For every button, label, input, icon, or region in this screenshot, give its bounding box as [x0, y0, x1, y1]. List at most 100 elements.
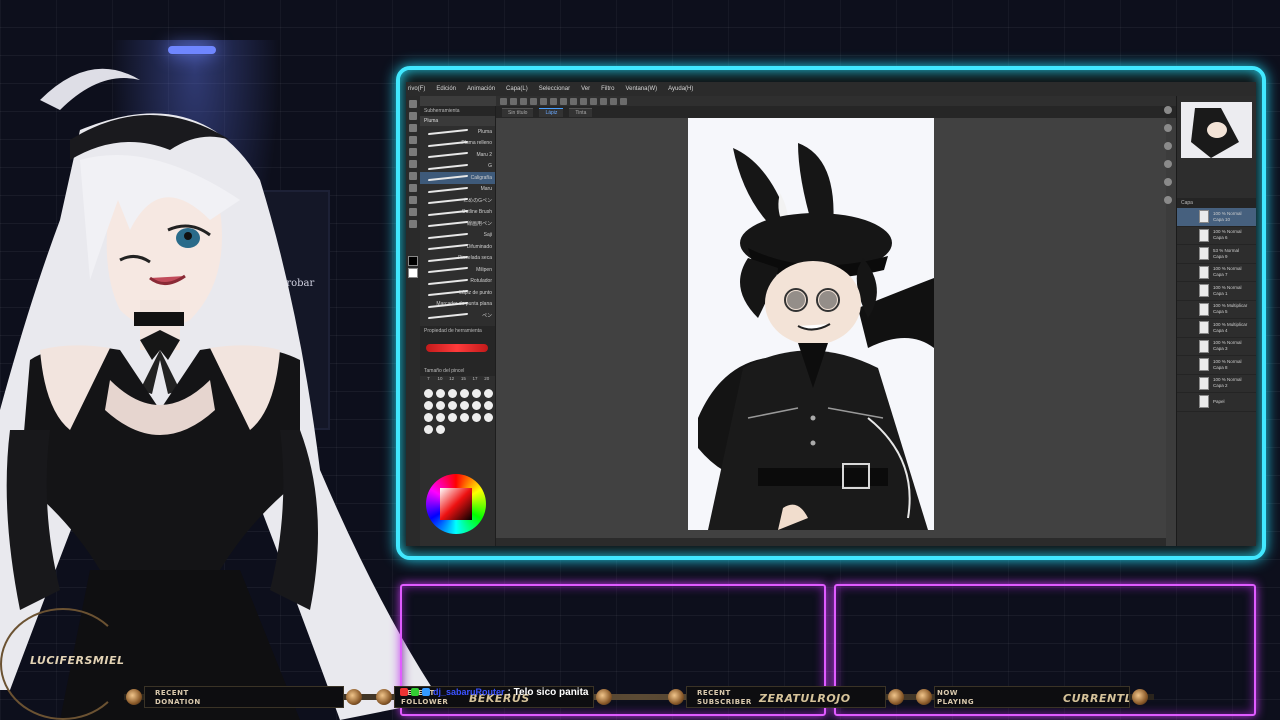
brush-item-label: Pluma: [477, 128, 492, 135]
menu-item[interactable]: Seleccionar: [539, 86, 570, 92]
layer-thumbnail: [1199, 358, 1209, 372]
layer-row[interactable]: 53 % Normal Capa 9: [1177, 245, 1256, 264]
layer-row[interactable]: 100 % Normal Capa 6: [1177, 227, 1256, 245]
layer-row[interactable]: 100 % Multiplicar Capa 4: [1177, 319, 1256, 338]
transform-icon[interactable]: [570, 97, 577, 105]
brush-size-dot[interactable]: [460, 388, 469, 398]
brush-item-label: ためのGペン: [463, 198, 492, 205]
clear-icon[interactable]: [550, 97, 557, 105]
menu-item[interactable]: Animación: [467, 86, 495, 92]
clip-studio-screen: rivo(F) Edición Animación Capa(L) Selecciona…: [406, 82, 1256, 546]
layer-name: Capa 7: [1213, 272, 1228, 278]
layer-meta: 100 % Normal Capa 8: [1213, 359, 1242, 371]
bottom-info-bar: RECENT DONATION RECENT FOLLOWER BEKERUS …: [124, 684, 1154, 710]
layer-row[interactable]: 100 % Multiplicar Capa 5: [1177, 301, 1256, 319]
brush-item-label: Maru: [480, 186, 492, 193]
rivet-icon: [916, 689, 932, 705]
layer-thumbnail: [1199, 395, 1209, 409]
brush-item-label: G: [488, 163, 492, 170]
menu-item[interactable]: Ver: [581, 86, 590, 92]
brush-item-label: Rotulador: [470, 278, 492, 285]
brush-size-dot[interactable]: [484, 388, 493, 398]
snap-icon[interactable]: [600, 97, 607, 105]
brush-item-label: Lápiz de punto: [459, 289, 492, 296]
layer-meta: 100 % Normal Capa 7: [1213, 266, 1242, 278]
brush-size-dot[interactable]: [472, 388, 481, 398]
layer-name: Capa 8: [1213, 364, 1228, 370]
rivet-icon: [888, 689, 904, 705]
redo-icon[interactable]: [540, 97, 547, 105]
menu-item[interactable]: Ayuda(H): [668, 86, 693, 92]
layer-row[interactable]: 100 % Normal Capa 10: [1177, 208, 1256, 227]
layer-name: Capa 5: [1213, 309, 1228, 315]
status-bar: [496, 538, 1166, 546]
now-playing-plate: NOW PLAYING CURRENTLY P: [934, 686, 1130, 708]
chat-text: : Telo sico panita: [507, 686, 589, 698]
layer-thumbnail: [1199, 339, 1209, 353]
menu-item[interactable]: Filtro: [601, 86, 614, 92]
brush-item-label: Outline Brush: [461, 209, 492, 216]
layer-row[interactable]: Papel: [1177, 393, 1256, 412]
layer-meta: 100 % Multiplicar Capa 4: [1213, 322, 1247, 334]
layer-meta: 100 % Multiplicar Capa 5: [1213, 303, 1247, 315]
ruler-icon[interactable]: [610, 97, 617, 105]
brush-size-dot[interactable]: [460, 400, 469, 410]
layer-name: Capa 9: [1213, 253, 1228, 259]
undo-icon[interactable]: [530, 97, 537, 105]
layer-row[interactable]: 100 % Normal Capa 7: [1177, 264, 1256, 282]
chat-badge-icon: [411, 688, 419, 696]
menu-item[interactable]: Ventana(W): [625, 86, 657, 92]
rotate-icon[interactable]: [590, 97, 597, 105]
recent-subscriber-label: RECENT SUBSCRIBER: [697, 689, 752, 706]
layer-property-icon[interactable]: [1164, 142, 1172, 150]
rivet-icon: [596, 689, 612, 705]
deselect-icon[interactable]: [560, 97, 567, 105]
layer-meta: 100 % Normal Capa 10: [1213, 211, 1242, 223]
navigator-icon[interactable]: [1164, 106, 1172, 114]
layer-row[interactable]: 100 % Normal Capa 1: [1177, 282, 1256, 301]
layer-row[interactable]: 100 % Normal Capa 8: [1177, 356, 1256, 375]
character-illustration: [698, 143, 934, 530]
chat-username[interactable]: dj_sabaruRouter: [433, 687, 505, 697]
brush-size-label: 15: [460, 375, 466, 381]
brush-size-dot[interactable]: [484, 412, 493, 422]
rivet-icon: [668, 689, 684, 705]
navigator-preview[interactable]: [1181, 102, 1252, 158]
rivet-icon: [126, 689, 142, 705]
grid-icon[interactable]: [620, 97, 627, 105]
layer-thumbnail: [1199, 376, 1209, 390]
brush-size-label: 17: [472, 375, 478, 381]
brush-size-dot[interactable]: [460, 412, 469, 422]
command-toolbar: [496, 96, 1176, 106]
layer-row[interactable]: 100 % Normal Capa 2: [1177, 375, 1256, 393]
brush-size-dot[interactable]: [484, 400, 493, 410]
now-playing-label: NOW PLAYING: [937, 689, 975, 706]
save-icon[interactable]: [520, 97, 527, 105]
flip-icon[interactable]: [580, 97, 587, 105]
canvas-tab[interactable]: Sin título: [502, 107, 534, 117]
rivet-icon: [1132, 689, 1148, 705]
layer-meta: 100 % Normal Capa 3: [1213, 340, 1242, 352]
chat-badge-icon: [400, 688, 408, 696]
search-layer-icon[interactable]: [1164, 160, 1172, 168]
layer-name: Capa 1: [1213, 290, 1228, 296]
brush-size-dot[interactable]: [472, 400, 481, 410]
artwork-canvas[interactable]: [688, 118, 934, 530]
rivet-icon: [376, 689, 392, 705]
canvas-area[interactable]: [496, 118, 1166, 538]
menu-item[interactable]: Capa(L): [506, 86, 528, 92]
brush-item-label: Milipen: [476, 266, 492, 273]
color-set-icon[interactable]: [1164, 178, 1172, 186]
layer-name: Capa 3: [1213, 346, 1228, 352]
new-file-icon[interactable]: [500, 97, 507, 105]
sub-view-icon[interactable]: [1164, 124, 1172, 132]
material-icon[interactable]: [1164, 196, 1172, 204]
right-panel: Capa 100 % Normal Capa 10 100 % Normal Capa…: [1164, 96, 1256, 546]
brush-size-dot[interactable]: [472, 412, 481, 422]
canvas-tab[interactable]: Tinta: [569, 107, 593, 117]
brush-size-label: 20: [484, 375, 490, 381]
open-file-icon[interactable]: [510, 97, 517, 105]
layer-row[interactable]: 100 % Normal Capa 3: [1177, 338, 1256, 356]
layer-meta: 100 % Normal Capa 2: [1213, 377, 1242, 389]
canvas-tab[interactable]: Lápiz: [539, 107, 564, 117]
